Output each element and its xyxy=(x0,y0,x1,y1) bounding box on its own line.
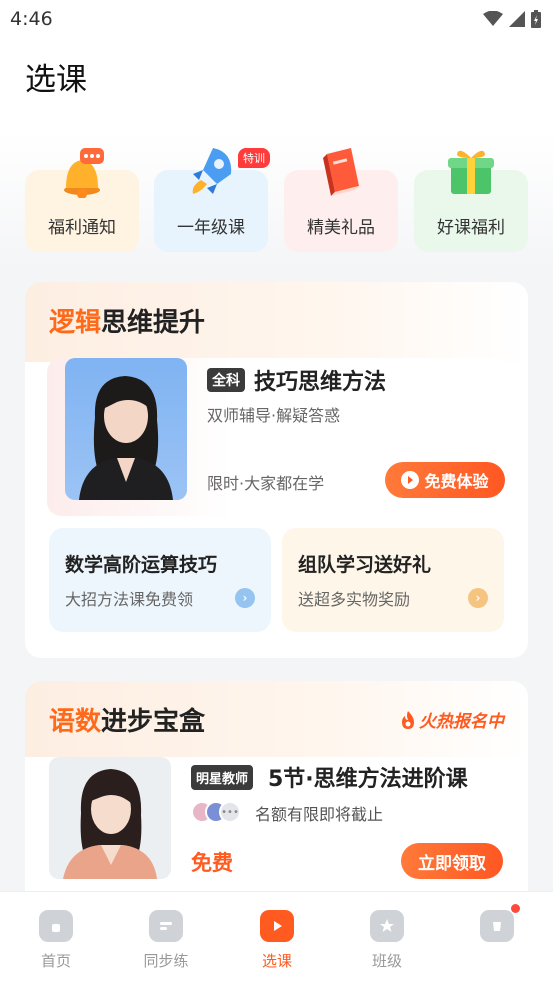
play-icon xyxy=(401,471,420,489)
tab-home[interactable]: 首页 xyxy=(16,910,96,971)
sub-card-desc: 大招方法课免费领 xyxy=(65,590,194,609)
status-icons xyxy=(483,10,541,28)
tab-label: 首页 xyxy=(40,952,71,970)
section-title-rest: 进步宝盒 xyxy=(101,707,206,737)
free-trial-button[interactable]: 免费体验 xyxy=(385,462,505,498)
teacher-photo[interactable] xyxy=(49,757,171,879)
rocket-icon xyxy=(183,144,239,202)
bell-icon xyxy=(54,144,110,202)
section-title-accent: 逻辑 xyxy=(49,308,102,338)
claim-now-button[interactable]: 立即领取 xyxy=(401,843,503,879)
tab-label: 班级 xyxy=(371,952,402,970)
chevron-right-icon: › xyxy=(468,588,488,608)
section-title: 逻辑思维提升 xyxy=(49,302,205,339)
quick-links: 福利通知 特训 一年级课 精美礼品 好课福利 xyxy=(0,130,553,270)
featured-course-title: 技巧思维方法 xyxy=(254,370,387,395)
hot-signup-tag: 火热报名中 xyxy=(400,707,504,732)
logic-thinking-card: 逻辑思维提升 全科 技巧思维方法 双师辅导·解疑答惑 限时·大家都在学 免费体验… xyxy=(25,282,528,658)
header: 选课 xyxy=(0,38,553,130)
sub-card-title: 组队学习送好礼 xyxy=(298,554,432,576)
quick-link-label: 好课福利 xyxy=(437,218,505,238)
tab-profile[interactable] xyxy=(457,904,537,950)
section-title: 语数进步宝盒 xyxy=(49,701,205,738)
tab-select-course[interactable]: 选课 xyxy=(237,910,317,971)
tab-label: 选课 xyxy=(261,952,292,970)
subject-badge: 全科 xyxy=(207,368,245,392)
learner-avatars: ••• xyxy=(191,801,251,823)
tab-label: 同步练 xyxy=(143,952,189,970)
featured-course-note: 限时·大家都在学 xyxy=(207,474,325,493)
sub-card-desc: 送超多实物奖励 xyxy=(298,590,411,609)
team-study-card[interactable]: 组队学习送好礼 送超多实物奖励 › xyxy=(282,528,504,632)
math-skills-card[interactable]: 数学高阶运算技巧 大招方法课免费领 › xyxy=(49,528,271,632)
practice-icon xyxy=(149,910,183,942)
sub-card-title: 数学高阶运算技巧 xyxy=(65,554,218,576)
notification-dot xyxy=(511,904,520,913)
quick-link-gifts[interactable]: 精美礼品 xyxy=(284,148,398,252)
quick-link-notice[interactable]: 福利通知 xyxy=(25,148,139,252)
star-teacher-badge: 明星教师 xyxy=(191,765,254,790)
status-bar: 4:46 xyxy=(0,0,553,38)
quick-link-label: 一年级课 xyxy=(177,218,245,238)
tab-class[interactable]: 班级 xyxy=(347,910,427,971)
status-time: 4:46 xyxy=(10,8,53,30)
quick-link-label: 福利通知 xyxy=(48,218,116,238)
section-title-accent: 语数 xyxy=(49,707,102,737)
limited-seats-text: 名额有限即将截止 xyxy=(255,805,384,824)
progress-box-card: 语数进步宝盒 火热报名中 明星教师 5节·思维方法进阶课 ••• 名额有限即将截… xyxy=(25,681,528,911)
special-badge: 特训 xyxy=(238,148,270,168)
play-icon xyxy=(260,910,294,942)
signal-icon xyxy=(509,11,525,27)
book-icon xyxy=(313,144,369,202)
wifi-icon xyxy=(483,11,503,26)
quick-link-course-benefits[interactable]: 好课福利 xyxy=(414,150,528,252)
page-title: 选课 xyxy=(25,62,87,98)
class-icon xyxy=(370,910,404,942)
featured-course-subtitle: 双师辅导·解疑答惑 xyxy=(207,406,341,425)
battery-icon xyxy=(531,10,541,28)
profile-icon xyxy=(480,904,520,942)
course-title: 5节·思维方法进阶课 xyxy=(268,767,468,792)
flame-icon xyxy=(402,710,414,729)
teacher-photo xyxy=(65,358,187,500)
gift-icon xyxy=(443,144,499,202)
bottom-tab-bar: 首页 同步练 选课 班级 xyxy=(0,891,553,983)
featured-course[interactable]: 全科 技巧思维方法 双师辅导·解疑答惑 限时·大家都在学 免费体验 xyxy=(47,358,507,516)
section-title-rest: 思维提升 xyxy=(101,308,206,338)
more-avatars-icon: ••• xyxy=(219,801,241,823)
hot-tag-label: 火热报名中 xyxy=(419,712,504,732)
tab-practice[interactable]: 同步练 xyxy=(126,910,206,971)
chevron-right-icon: › xyxy=(235,588,255,608)
quick-link-label: 精美礼品 xyxy=(307,218,375,238)
home-icon xyxy=(39,910,73,942)
price-free: 免费 xyxy=(191,851,233,875)
free-trial-label: 免费体验 xyxy=(424,472,489,491)
quick-link-first-grade[interactable]: 特训 一年级课 xyxy=(154,148,270,252)
